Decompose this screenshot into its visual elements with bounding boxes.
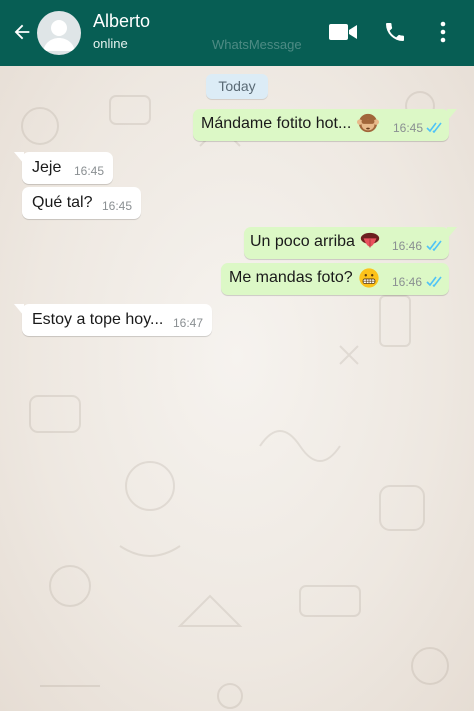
avatar[interactable] <box>37 11 81 55</box>
message-text: Jeje <box>32 159 62 176</box>
read-ticks-icon <box>426 276 442 287</box>
message-outgoing[interactable]: Un poco arriba 16:46 <box>244 227 457 259</box>
video-call-icon[interactable] <box>326 15 360 49</box>
date-divider: Today <box>206 74 268 99</box>
message-time: 16:47 <box>173 316 204 330</box>
message-text: Mándame fotito hot... <box>201 115 352 132</box>
message-text: Qué tal? <box>32 194 93 211</box>
more-vertical-icon[interactable] <box>426 15 460 49</box>
message-time: 16:45 <box>102 199 133 213</box>
message-incoming[interactable]: Qué tal? 16:45 <box>22 187 141 219</box>
bubble-tail <box>14 152 24 164</box>
message-time: 16:45 <box>393 121 424 135</box>
bubble-tail <box>447 227 457 239</box>
bubble-tail <box>447 109 457 121</box>
chat-area[interactable]: Today Mándame fotito hot... 16:45 Jeje 1… <box>0 66 474 711</box>
contact-name[interactable]: Alberto <box>93 11 150 32</box>
message-text: Me mandas foto? <box>229 269 353 286</box>
watermark: WhatsMessage <box>212 37 302 52</box>
read-ticks-icon <box>426 240 442 251</box>
message-text: Estoy a tope hoy... <box>32 311 164 328</box>
tongue-emoji <box>360 232 380 248</box>
message-time: 16:46 <box>392 239 423 253</box>
message-outgoing[interactable]: Mándame fotito hot... 16:45 <box>193 109 457 141</box>
chat-header: Alberto online WhatsMessage <box>0 0 474 66</box>
see-no-evil-monkey-emoji <box>357 113 379 133</box>
phone-call-icon[interactable] <box>378 15 412 49</box>
message-time: 16:46 <box>392 275 423 289</box>
message-time: 16:45 <box>74 164 105 178</box>
contact-status: online <box>93 36 128 51</box>
avatar-placeholder-icon <box>43 20 75 51</box>
bubble-tail <box>14 304 24 316</box>
read-ticks-icon <box>426 122 442 133</box>
grimacing-face-emoji <box>359 268 379 288</box>
message-outgoing[interactable]: Me mandas foto? 16:46 <box>221 263 449 295</box>
message-incoming[interactable]: Estoy a tope hoy... 16:47 <box>14 304 212 336</box>
message-text: Un poco arriba <box>250 233 355 250</box>
message-incoming[interactable]: Jeje 16:45 <box>14 152 113 184</box>
back-arrow-icon[interactable] <box>8 18 36 46</box>
